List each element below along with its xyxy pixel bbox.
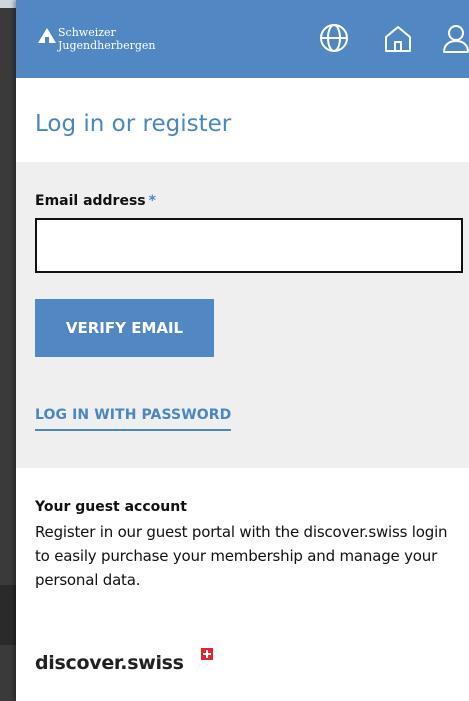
user-icon[interactable] — [440, 22, 469, 54]
login-with-password-link[interactable]: LOG IN WITH PASSWORD — [35, 407, 232, 431]
house-triangle-icon — [38, 28, 56, 43]
page-title: Log in or register — [35, 111, 232, 137]
logo-line1: Schweizer — [58, 26, 116, 39]
discover-swiss-logo: discover.swiss — [35, 648, 213, 678]
header-bar: Schweizer Jugendherbergen — [16, 0, 469, 78]
verify-email-button[interactable]: VERIFY EMAIL — [35, 299, 214, 357]
email-field[interactable] — [35, 218, 463, 273]
guest-account-section: Your guest account Register in our guest… — [16, 468, 469, 701]
discover-swiss-wordmark: discover.swiss — [35, 652, 184, 674]
globe-icon[interactable] — [318, 22, 350, 54]
backdrop-shadow — [0, 585, 16, 645]
email-label-text: Email address — [35, 193, 146, 209]
title-section: Log in or register — [16, 78, 469, 162]
guest-account-title: Your guest account — [35, 499, 187, 515]
swiss-flag-icon — [201, 648, 213, 660]
home-icon[interactable] — [382, 22, 414, 54]
email-label: Email address * — [35, 193, 156, 209]
login-form: Email address * VERIFY EMAIL LOG IN WITH … — [16, 162, 469, 468]
login-panel: Schweizer Jugendherbergen Log in or regi… — [16, 0, 469, 701]
required-marker: * — [148, 193, 156, 209]
brand-logo[interactable]: Schweizer Jugendherbergen — [38, 24, 208, 56]
guest-account-text: Register in our guest portal with the di… — [35, 523, 448, 589]
logo-line2: Jugendherbergen — [58, 39, 156, 52]
